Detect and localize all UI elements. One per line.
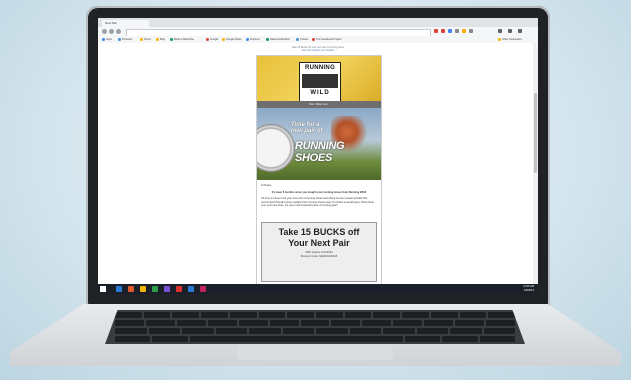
extension-icon[interactable] [441, 29, 445, 33]
key-row [105, 312, 525, 318]
taskbar-app-icon[interactable] [152, 286, 158, 292]
taskbar-clock[interactable]: 11:26 AM 1/9/2013 [523, 285, 534, 293]
extension-icon[interactable] [462, 29, 466, 33]
menu-icon[interactable] [498, 29, 502, 33]
email-preheader: Take 15 Bucks off your next pair of runn… [248, 46, 388, 52]
bookmark-item[interactable]: Dropbox [246, 37, 260, 42]
keyboard [105, 310, 525, 344]
hero-tagline-line: new pair of [291, 128, 323, 134]
taskbar-app-icon[interactable] [176, 286, 182, 292]
bookmark-item[interactable]: Apps [102, 37, 112, 42]
taskbar-app-icon[interactable] [116, 286, 122, 292]
extension-icon[interactable] [469, 29, 473, 33]
bookmark-item[interactable]: The Heartbeat Project [312, 37, 341, 42]
close-icon[interactable] [518, 29, 522, 33]
coupon-code: Discount Code: NEWSHOES15 [300, 255, 338, 258]
logo-text-top: RUNNING [304, 65, 336, 71]
minimize-icon[interactable] [508, 29, 512, 33]
key-row [105, 320, 525, 326]
greeting: Hi Tessa, [261, 184, 272, 187]
bookmark-item[interactable]: Pinterest [118, 37, 132, 42]
view-in-browser-link[interactable]: View this email in your browser [248, 49, 388, 52]
key-row [105, 336, 525, 342]
laptop: New Tab Apps Pinterest NOLA Blog Build a… [0, 0, 631, 380]
clock-date: 1/9/2013 [523, 289, 534, 292]
bookmark-item[interactable]: Google [206, 37, 218, 42]
taskbar-app-icon[interactable] [164, 286, 170, 292]
reload-icon[interactable] [116, 29, 121, 34]
extension-icon[interactable] [455, 29, 459, 33]
taskbar-app-icon[interactable] [188, 286, 194, 292]
bookmark-item[interactable]: Blog [156, 37, 165, 42]
extension-icon[interactable] [448, 29, 452, 33]
laptop-screen: New Tab Apps Pinterest NOLA Blog Build a… [98, 18, 538, 294]
running-wild-logo: RUNNING WILD [299, 62, 341, 102]
browser-toolbar [98, 27, 538, 37]
header-nav-bar: Run. Shop. Live. [257, 101, 381, 108]
taskbar-app-icon[interactable] [140, 286, 146, 292]
logo-text-bottom: WILD [310, 90, 330, 96]
email-header: RUNNING WILD Run. Shop. Live. [257, 56, 381, 108]
bookmark-item[interactable]: Other bookmarks [498, 37, 522, 42]
coupon-title: Take 15 BUCKS off [278, 227, 360, 237]
hero-tagline: Time for a new pair of [291, 122, 323, 134]
key-row [105, 328, 525, 334]
scrollbar[interactable] [533, 43, 538, 284]
forward-icon[interactable] [109, 29, 114, 34]
email-text: Hi Tessa, It's been 6 months since you b… [261, 184, 377, 211]
hero-headline: RUNNING SHOES [295, 140, 345, 164]
windows-taskbar: 11:26 AM 1/9/2013 [98, 284, 538, 294]
bookmark-item[interactable]: Google Maps [222, 37, 241, 42]
extension-icon[interactable] [434, 29, 438, 33]
windows-start-icon[interactable] [100, 286, 106, 292]
page-content: Take 15 Bucks off your next pair of runn… [98, 43, 538, 287]
bookmark-item[interactable]: NOLA [140, 37, 151, 42]
touchpad [238, 346, 393, 360]
browser-tab-bar: New Tab [98, 18, 538, 27]
taskbar-app-icon[interactable] [128, 286, 134, 292]
email-body: RUNNING WILD Run. Shop. Live. Time for a… [256, 55, 382, 287]
coupon-expiry: Offer expires 1/31/2013 [305, 251, 333, 254]
body-highlight: It's been 6 months since you bought your… [271, 190, 367, 194]
bookmark-item[interactable]: National Weather [266, 37, 290, 42]
coupon-subtitle: Your Next Pair [288, 238, 350, 248]
bookmark-item[interactable]: Build a Wardrobe [170, 37, 194, 42]
bookmark-item[interactable]: Tweets [296, 37, 308, 42]
back-icon[interactable] [102, 29, 107, 34]
browser-tab[interactable]: New Tab [102, 20, 149, 27]
scrollbar-thumb[interactable] [534, 93, 537, 173]
taskbar-app-icon[interactable] [200, 286, 206, 292]
logo-graphic [302, 74, 338, 88]
stopwatch-image [257, 124, 295, 172]
body-paragraph: It's time to come in for your next pair … [261, 197, 374, 208]
coupon-box[interactable]: Take 15 BUCKS off Your Next Pair Offer e… [261, 222, 377, 282]
hero-banner: Time for a new pair of RUNNING SHOES [257, 108, 381, 180]
